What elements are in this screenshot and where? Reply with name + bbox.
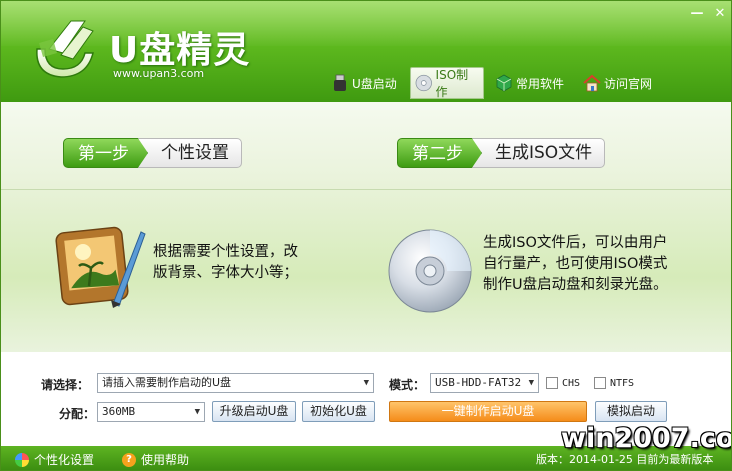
chs-checkbox[interactable]: CHS	[546, 377, 580, 389]
chevron-down-icon: ▼	[528, 378, 534, 388]
personalize-description-line-1: 根据需要个性设置，改	[153, 244, 298, 260]
personalize-description: 根据需要个性设置，改 版背景、字体大小等；	[153, 242, 298, 284]
help-icon: ?	[122, 452, 136, 467]
personalize-link[interactable]: 个性化设置	[15, 451, 94, 468]
chevron-down-icon: ▼	[363, 378, 369, 388]
personalize-description-line-2: 版背景、字体大小等；	[153, 265, 298, 281]
chs-checkbox-box[interactable]	[546, 377, 558, 389]
step-two: 第二步 生成ISO文件	[397, 138, 606, 168]
close-button[interactable]: ✕	[712, 7, 728, 21]
mode-label: 模式：	[389, 378, 426, 392]
personalize-link-label: 个性化设置	[34, 453, 95, 467]
iso-description-line-3: 制作U盘启动盘和刻录光盘。	[483, 277, 668, 293]
partition-select[interactable]: 360MB ▼	[97, 402, 205, 422]
mode-select-value: USB-HDD-FAT32	[435, 376, 522, 389]
ntfs-checkbox-label: NTFS	[610, 377, 635, 389]
nav-iso-make[interactable]: ISO制作	[410, 67, 484, 99]
iso-description-line-1: 生成ISO文件后，可以由用户	[483, 235, 668, 251]
step-one: 第一步 个性设置	[63, 138, 242, 168]
home-icon	[583, 74, 601, 92]
title-bar: U盘精灵 www.upan3.com — ✕ U盘启动 ISO制作 常用软件 访…	[1, 1, 731, 102]
minimize-button[interactable]: —	[689, 7, 705, 21]
disc-icon	[415, 74, 432, 92]
upgrade-usb-button[interactable]: 升级启动U盘	[212, 401, 296, 422]
usb-drive-icon	[334, 74, 346, 91]
app-url: www.upan3.com	[113, 67, 205, 80]
ntfs-checkbox[interactable]: NTFS	[594, 377, 634, 389]
logo-icon	[36, 20, 94, 78]
make-boot-usb-button[interactable]: 一键制作启动U盘	[389, 401, 587, 422]
nav-software-label: 常用软件	[516, 76, 565, 91]
app-title: U盘精灵	[109, 30, 251, 71]
help-link[interactable]: ? 使用帮助	[122, 451, 189, 468]
nav-usb-boot[interactable]: U盘启动	[327, 67, 401, 99]
app-window: U盘精灵 www.upan3.com — ✕ U盘启动 ISO制作 常用软件 访…	[0, 0, 732, 471]
image-editor-icon[interactable]	[55, 222, 147, 308]
palette-icon	[15, 452, 29, 467]
select-label: 请选择：	[41, 378, 90, 392]
section-divider	[1, 189, 731, 190]
ntfs-checkbox-box[interactable]	[594, 377, 606, 389]
step-one-label: 个性设置	[138, 138, 242, 168]
step-two-label: 生成ISO文件	[472, 138, 606, 168]
step-one-number: 第一步	[63, 138, 148, 168]
iso-description: 生成ISO文件后，可以由用户 自行量产，也可使用ISO模式 制作U盘启动盘和刻录…	[483, 233, 668, 296]
partition-select-value: 360MB	[102, 405, 136, 418]
chevron-down-icon: ▼	[194, 407, 200, 417]
nav-usb-boot-label: U盘启动	[352, 76, 397, 91]
nav-website-label: 访问官网	[604, 76, 653, 91]
nav-software[interactable]: 常用软件	[491, 67, 568, 99]
watermark: win2007.com	[561, 423, 731, 454]
help-link-label: 使用帮助	[141, 453, 190, 467]
usb-device-select-value: 请插入需要制作启动的U盘	[102, 376, 232, 389]
iso-panel: 第一步 个性设置 第二步 生成ISO文件 根据需要个性设置，改 版背景、字体大小…	[1, 102, 731, 352]
cube-icon	[496, 74, 512, 92]
iso-description-line-2: 自行量产，也可使用ISO模式	[483, 256, 668, 272]
simulate-boot-button[interactable]: 模拟启动	[595, 401, 667, 422]
nav-website[interactable]: 访问官网	[579, 67, 656, 99]
init-usb-button[interactable]: 初始化U盘	[302, 401, 375, 422]
step-two-number: 第二步	[397, 138, 482, 168]
chs-checkbox-label: CHS	[562, 377, 581, 389]
cd-disc-icon[interactable]	[387, 228, 473, 314]
partition-label: 分配：	[59, 407, 96, 421]
usb-device-select[interactable]: 请插入需要制作启动的U盘 ▼	[97, 373, 374, 393]
nav-iso-make-label: ISO制作	[435, 68, 469, 99]
mode-select[interactable]: USB-HDD-FAT32 ▼	[430, 373, 539, 393]
